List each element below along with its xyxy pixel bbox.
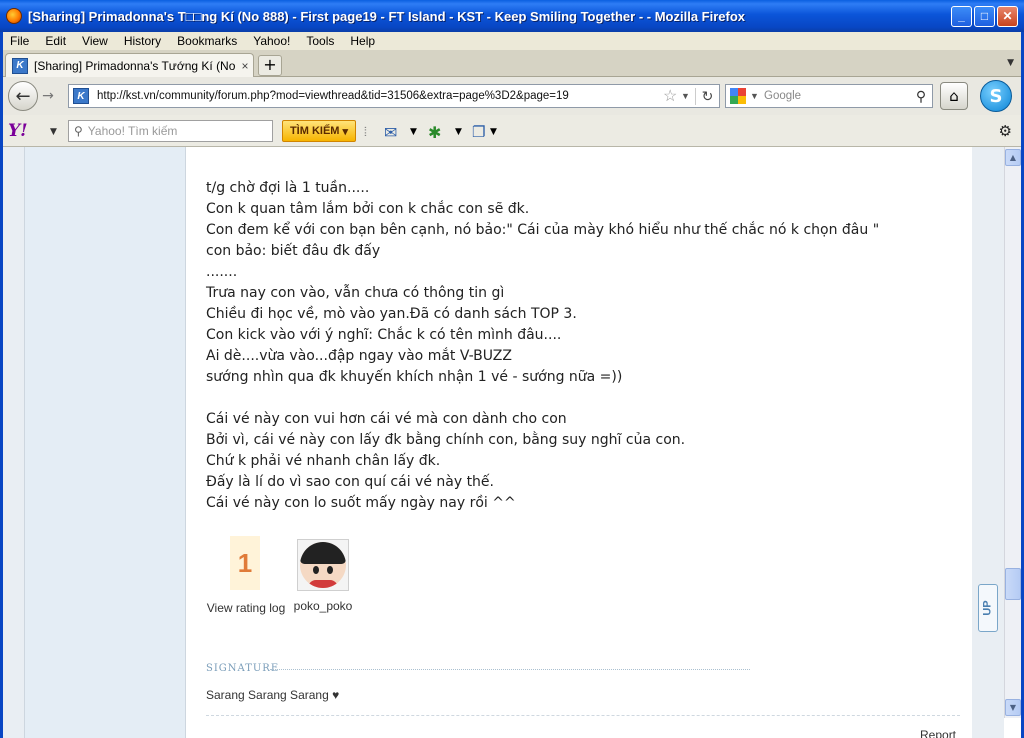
rating-count-badge[interactable]: 1 xyxy=(230,536,260,590)
post-footer-divider xyxy=(206,715,960,716)
yahoo-logo-icon[interactable]: Y! xyxy=(8,120,46,142)
post-line: Đấy là lí do vì sao con quí cái vé này t… xyxy=(206,474,494,490)
mail-icon[interactable]: ✉ xyxy=(384,123,397,142)
back-button[interactable]: ← xyxy=(8,81,38,111)
skype-icon[interactable]: S xyxy=(980,80,1012,112)
search-placeholder[interactable]: Google xyxy=(764,90,910,102)
post-line: Trưa nay con vào, vẫn chưa có thông tin … xyxy=(206,285,505,301)
rater-avatar[interactable] xyxy=(297,539,349,591)
post-line: Con k quan tâm lắm bởi con k chắc con sẽ… xyxy=(206,201,530,217)
menu-tools[interactable]: Tools xyxy=(296,34,340,48)
yahoo-menu-dropdown-icon[interactable]: ▼ xyxy=(50,127,57,137)
yahoo-search-placeholder: Yahoo! Tìm kiếm xyxy=(87,124,178,138)
menu-edit[interactable]: Edit xyxy=(35,34,72,48)
scroll-up-arrow-icon[interactable]: ▲ xyxy=(1005,149,1021,166)
menu-yahoo[interactable]: Yahoo! xyxy=(243,34,296,48)
pages-icon[interactable]: ❐ xyxy=(472,123,485,141)
yahoo-search-button[interactable]: TÌM KIẾM ▾ xyxy=(282,120,356,142)
tab-active[interactable]: K [Sharing] Primadonna's Tướng Kí (No 88… xyxy=(5,53,254,77)
post-line: Con đem kể với con bạn bên cạnh, nó bảo:… xyxy=(206,222,880,238)
scroll-to-top-label: UP xyxy=(982,600,994,616)
scroll-to-top-button[interactable]: UP xyxy=(978,584,998,632)
author-sidebar xyxy=(24,147,186,738)
post-line: ....... xyxy=(206,264,238,280)
post-body: t/g chờ đợi là 1 tuần..... Con k quan tâ… xyxy=(186,147,972,738)
pages-dropdown-icon[interactable]: ▼ xyxy=(490,123,497,141)
report-link[interactable]: Report xyxy=(920,728,956,738)
window-title: [Sharing] Primadonna's T□□ng Kí (No 888)… xyxy=(28,8,746,24)
toolbar-divider-icon: ⦙ xyxy=(364,124,367,140)
close-button[interactable]: ✕ xyxy=(997,5,1018,27)
home-button[interactable]: ⌂ xyxy=(940,82,968,110)
signature-text: Sarang Sarang Sarang ♥ xyxy=(206,688,340,702)
scroll-down-arrow-icon[interactable]: ▼ xyxy=(1005,699,1021,716)
post-line: Chứ k phải vé nhanh chân lấy đk. xyxy=(206,453,441,469)
search-engine-dropdown-icon[interactable]: ▼ xyxy=(750,91,764,101)
search-icon: ⚲ xyxy=(74,124,83,138)
google-icon xyxy=(730,88,746,104)
rater-username-link[interactable]: poko_poko xyxy=(288,599,358,613)
post-line: sướng nhìn qua đk khuyến khích nhận 1 vé… xyxy=(206,369,623,385)
signature-divider xyxy=(270,669,750,670)
signature-heading: SIGNATURE xyxy=(206,663,280,674)
site-favicon-icon: K xyxy=(73,88,89,104)
navigation-bar: ← → K http://kst.vn/community/forum.php?… xyxy=(0,77,1024,115)
tab-bar: K [Sharing] Primadonna's Tướng Kí (No 88… xyxy=(0,50,1024,77)
url-bar[interactable]: K http://kst.vn/community/forum.php?mod=… xyxy=(68,84,720,108)
post-line: Con kick vào với ý nghĩ: Chắc k có tên m… xyxy=(206,327,562,343)
tab-close-icon[interactable]: × xyxy=(237,59,253,73)
list-tabs-icon[interactable]: ▼ xyxy=(1007,58,1014,68)
post-line: Bởi vì, cái vé này con lấy đk bằng chính… xyxy=(206,432,686,448)
avatar-face-icon xyxy=(300,542,346,588)
search-box[interactable]: ▼ Google ⚲ xyxy=(725,84,933,108)
post-line: Cái vé này con lo suốt mấy ngày nay rồi … xyxy=(206,495,516,511)
search-icon[interactable]: ⚲ xyxy=(910,88,932,105)
reload-icon[interactable]: ↻ xyxy=(695,87,719,105)
view-rating-log-link[interactable]: View rating log xyxy=(206,599,286,617)
firefox-icon xyxy=(6,8,22,24)
widget-icon[interactable]: ✱ xyxy=(428,123,441,142)
menu-bookmarks[interactable]: Bookmarks xyxy=(167,34,243,48)
maximize-button[interactable]: □ xyxy=(974,5,995,27)
yahoo-search-input[interactable]: ⚲ Yahoo! Tìm kiếm xyxy=(68,120,273,142)
post-line: t/g chờ đợi là 1 tuần..... xyxy=(206,180,370,196)
scrollbar-thumb[interactable] xyxy=(1005,568,1021,600)
gear-icon[interactable]: ⚙ xyxy=(999,122,1012,140)
forward-button[interactable]: → xyxy=(38,87,58,105)
page-content: t/g chờ đợi là 1 tuần..... Con k quan tâ… xyxy=(0,147,1004,738)
url-text[interactable]: http://kst.vn/community/forum.php?mod=vi… xyxy=(97,90,663,102)
site-favicon-icon: K xyxy=(12,57,28,74)
url-dropdown-icon[interactable]: ▼ xyxy=(681,91,695,101)
menu-help[interactable]: Help xyxy=(340,34,381,48)
window-frame-left xyxy=(0,32,3,738)
post-line: con bảo: biết đâu đk đấy xyxy=(206,243,381,259)
post-line: Ai dè....vừa vào...đập ngay vào mắt V-BU… xyxy=(206,348,512,364)
new-tab-button[interactable]: + xyxy=(258,55,282,76)
post-line: Chiều đi học về, mò vào yan.Đã có danh s… xyxy=(206,306,577,322)
widget-dropdown-icon[interactable]: ▼ xyxy=(455,123,462,141)
vertical-scrollbar[interactable]: ▲ ▼ xyxy=(1004,147,1021,718)
menu-bar: File Edit View History Bookmarks Yahoo! … xyxy=(0,32,1024,50)
yahoo-toolbar: Y! ▼ ⚲ Yahoo! Tìm kiếm TÌM KIẾM ▾ ⦙ ✉ ▼ … xyxy=(0,115,1024,147)
tab-label: [Sharing] Primadonna's Tướng Kí (No 888)… xyxy=(34,58,237,73)
mail-dropdown-icon[interactable]: ▼ xyxy=(410,123,417,141)
minimize-button[interactable]: _ xyxy=(951,5,972,27)
bookmark-star-icon[interactable]: ☆ xyxy=(663,86,681,106)
post-line: Cái vé này con vui hơn cái vé mà con dàn… xyxy=(206,411,567,427)
menu-file[interactable]: File xyxy=(0,34,35,48)
yahoo-search-button-label: TÌM KIẾM xyxy=(289,125,340,137)
window-titlebar: [Sharing] Primadonna's T□□ng Kí (No 888)… xyxy=(0,0,1024,32)
menu-history[interactable]: History xyxy=(114,34,167,48)
menu-view[interactable]: View xyxy=(72,34,114,48)
